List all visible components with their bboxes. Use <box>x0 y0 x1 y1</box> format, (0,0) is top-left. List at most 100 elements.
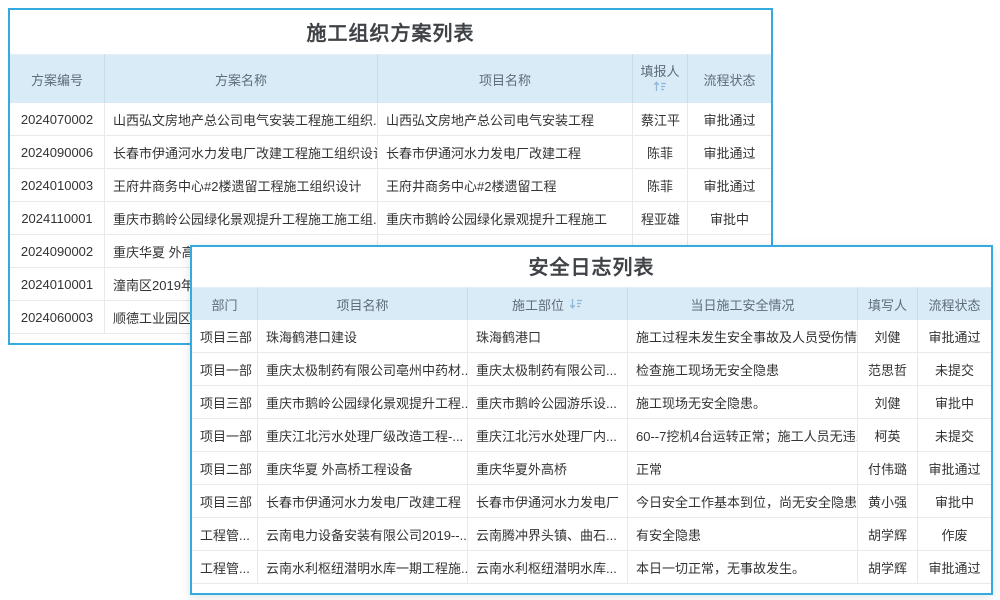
writer-name: 刘健 <box>858 386 918 419</box>
writer-name: 柯英 <box>858 419 918 452</box>
dept-cell: 项目一部 <box>192 353 258 386</box>
location-cell: 重庆华夏外高桥 <box>468 452 628 485</box>
log-table-header-row: 部门 项目名称 施工部位 当日施工安全情况 填写人 流程状态 <box>192 287 991 320</box>
plan-col-header-project-name: 项目名称 <box>378 54 633 103</box>
location-cell: 云南水利枢纽潜明水库... <box>468 551 628 584</box>
plan-table-row[interactable]: 2024110001 重庆市鹅岭公园绿化景观提升工程施工施工组... 重庆市鹅岭… <box>10 202 771 235</box>
log-col-header-project: 项目名称 <box>258 287 468 320</box>
plan-code-link[interactable]: 2024060003 <box>10 301 105 334</box>
safety-situation-cell: 有安全隐患 <box>628 518 858 551</box>
project-name-link[interactable]: 长春市伊通河水力发电厂改建工程 <box>258 485 468 518</box>
status-badge: 审批通过 <box>918 320 991 353</box>
log-table-row[interactable]: 项目三部 长春市伊通河水力发电厂改建工程 长春市伊通河水力发电厂 今日安全工作基… <box>192 485 991 518</box>
plan-name-link[interactable]: 王府井商务中心#2楼遗留工程施工组织设计 <box>105 169 378 202</box>
dept-cell: 项目三部 <box>192 320 258 353</box>
plan-name-link[interactable]: 重庆市鹅岭公园绿化景观提升工程施工施工组... <box>105 202 378 235</box>
safety-situation-cell: 检查施工现场无安全隐患 <box>628 353 858 386</box>
plan-col-header-filler[interactable]: 填报人 <box>633 54 688 103</box>
plan-table-row[interactable]: 2024010003 王府井商务中心#2楼遗留工程施工组织设计 王府井商务中心#… <box>10 169 771 202</box>
project-name-link[interactable]: 珠海鹤港口建设 <box>258 320 468 353</box>
plan-code-link[interactable]: 2024090006 <box>10 136 105 169</box>
log-col-header-safety: 当日施工安全情况 <box>628 287 858 320</box>
writer-name: 刘健 <box>858 320 918 353</box>
project-name-link[interactable]: 云南电力设备安装有限公司2019--... <box>258 518 468 551</box>
writer-name: 黄小强 <box>858 485 918 518</box>
log-table-row[interactable]: 项目二部 重庆华夏 外高桥工程设备 重庆华夏外高桥 正常 付伟璐 审批通过 <box>192 452 991 485</box>
status-badge: 审批通过 <box>688 169 771 202</box>
dept-cell: 项目二部 <box>192 452 258 485</box>
safety-situation-cell: 60--7挖机4台运转正常；施工人员无违... <box>628 419 858 452</box>
plan-code-link[interactable]: 2024070002 <box>10 103 105 136</box>
log-table-row[interactable]: 项目一部 重庆太极制药有限公司亳州中药材... 重庆太极制药有限公司... 检查… <box>192 353 991 386</box>
safety-situation-cell: 施工现场无安全隐患。 <box>628 386 858 419</box>
project-name-link[interactable]: 重庆市鹅岭公园绿化景观提升工程... <box>258 386 468 419</box>
sort-icon[interactable] <box>569 297 583 312</box>
plan-code-link[interactable]: 2024110001 <box>10 202 105 235</box>
location-cell: 长春市伊通河水力发电厂 <box>468 485 628 518</box>
project-name-link[interactable]: 重庆太极制药有限公司亳州中药材... <box>258 353 468 386</box>
location-cell: 重庆市鹅岭公园游乐设... <box>468 386 628 419</box>
project-name-link[interactable]: 王府井商务中心#2楼遗留工程 <box>378 169 633 202</box>
sort-icon[interactable] <box>653 80 667 95</box>
status-badge: 审批中 <box>918 485 991 518</box>
status-badge: 未提交 <box>918 353 991 386</box>
safety-situation-cell: 施工过程未发生安全事故及人员受伤情况 <box>628 320 858 353</box>
log-col-header-dept: 部门 <box>192 287 258 320</box>
filler-name: 陈菲 <box>633 136 688 169</box>
status-badge: 未提交 <box>918 419 991 452</box>
plan-code-link[interactable]: 2024090002 <box>10 235 105 268</box>
dept-cell: 工程管... <box>192 551 258 584</box>
project-name-link[interactable]: 山西弘文房地产总公司电气安装工程 <box>378 103 633 136</box>
plan-name-link[interactable]: 长春市伊通河水力发电厂改建工程施工组织设计 <box>105 136 378 169</box>
status-badge: 审批通过 <box>688 103 771 136</box>
project-name-link[interactable]: 云南水利枢纽潜明水库一期工程施... <box>258 551 468 584</box>
log-col-header-location[interactable]: 施工部位 <box>468 287 628 320</box>
filler-name: 蔡江平 <box>633 103 688 136</box>
writer-name: 胡学辉 <box>858 551 918 584</box>
log-col-header-status: 流程状态 <box>918 287 991 320</box>
status-badge: 审批通过 <box>918 452 991 485</box>
plan-code-link[interactable]: 2024010003 <box>10 169 105 202</box>
log-table-row[interactable]: 项目三部 重庆市鹅岭公园绿化景观提升工程... 重庆市鹅岭公园游乐设... 施工… <box>192 386 991 419</box>
log-table-row[interactable]: 工程管... 云南电力设备安装有限公司2019--... 云南腾冲界头镇、曲石.… <box>192 518 991 551</box>
dept-cell: 工程管... <box>192 518 258 551</box>
dept-cell: 项目三部 <box>192 386 258 419</box>
plan-table-row[interactable]: 2024070002 山西弘文房地产总公司电气安装工程施工组织... 山西弘文房… <box>10 103 771 136</box>
status-badge: 审批通过 <box>918 551 991 584</box>
project-name-link[interactable]: 重庆市鹅岭公园绿化景观提升工程施工 <box>378 202 633 235</box>
project-name-link[interactable]: 长春市伊通河水力发电厂改建工程 <box>378 136 633 169</box>
status-badge: 作废 <box>918 518 991 551</box>
status-badge: 审批中 <box>918 386 991 419</box>
safety-situation-cell: 本日一切正常，无事故发生。 <box>628 551 858 584</box>
dept-cell: 项目三部 <box>192 485 258 518</box>
plan-col-header-code: 方案编号 <box>10 54 105 103</box>
project-name-link[interactable]: 重庆华夏 外高桥工程设备 <box>258 452 468 485</box>
dept-cell: 项目一部 <box>192 419 258 452</box>
plan-col-header-status: 流程状态 <box>688 54 771 103</box>
log-col-header-writer: 填写人 <box>858 287 918 320</box>
safety-situation-cell: 今日安全工作基本到位，尚无安全隐患... <box>628 485 858 518</box>
filler-name: 程亚雄 <box>633 202 688 235</box>
filler-name: 陈菲 <box>633 169 688 202</box>
location-cell: 云南腾冲界头镇、曲石... <box>468 518 628 551</box>
safety-log-table: 部门 项目名称 施工部位 当日施工安全情况 填写人 流程状态 项目三部 <box>192 287 991 584</box>
log-table-row[interactable]: 项目三部 珠海鹤港口建设 珠海鹤港口 施工过程未发生安全事故及人员受伤情况 刘健… <box>192 320 991 353</box>
plan-table-row[interactable]: 2024090006 长春市伊通河水力发电厂改建工程施工组织设计 长春市伊通河水… <box>10 136 771 169</box>
writer-name: 范思哲 <box>858 353 918 386</box>
location-cell: 重庆太极制药有限公司... <box>468 353 628 386</box>
project-name-link[interactable]: 重庆江北污水处理厂级改造工程-... <box>258 419 468 452</box>
plan-table-title: 施工组织方案列表 <box>10 10 771 54</box>
safety-log-window: 安全日志列表 部门 项目名称 施工部位 当日施工安全情况 填写人 流程 <box>190 245 993 595</box>
plan-code-link[interactable]: 2024010001 <box>10 268 105 301</box>
writer-name: 胡学辉 <box>858 518 918 551</box>
log-col-header-location-label: 施工部位 <box>512 295 564 314</box>
log-table-row[interactable]: 项目一部 重庆江北污水处理厂级改造工程-... 重庆江北污水处理厂内... 60… <box>192 419 991 452</box>
plan-table-header-row: 方案编号 方案名称 项目名称 填报人 流程状态 <box>10 54 771 103</box>
plan-col-header-plan-name: 方案名称 <box>105 54 378 103</box>
log-table-title: 安全日志列表 <box>192 247 991 287</box>
log-table-row[interactable]: 工程管... 云南水利枢纽潜明水库一期工程施... 云南水利枢纽潜明水库... … <box>192 551 991 584</box>
safety-situation-cell: 正常 <box>628 452 858 485</box>
plan-name-link[interactable]: 山西弘文房地产总公司电气安装工程施工组织... <box>105 103 378 136</box>
status-badge: 审批中 <box>688 202 771 235</box>
location-cell: 珠海鹤港口 <box>468 320 628 353</box>
